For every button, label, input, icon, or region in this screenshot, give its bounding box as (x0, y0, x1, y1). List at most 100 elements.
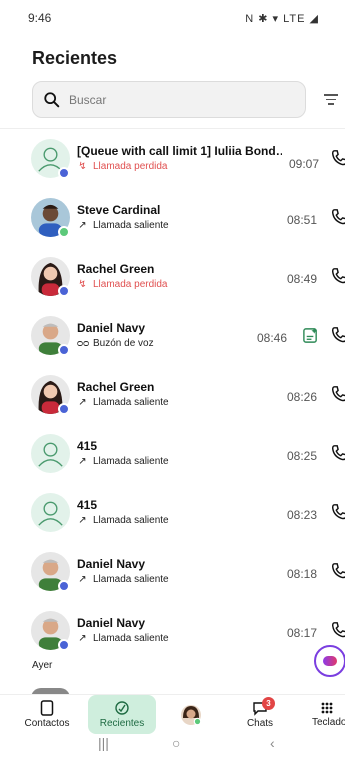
missed-call-icon: ↯ (78, 279, 87, 290)
contacts-icon (40, 700, 54, 716)
phone-icon[interactable] (330, 384, 345, 404)
avatar (31, 434, 70, 473)
outgoing-call-icon: ↗ (78, 456, 87, 467)
phone-icon[interactable] (330, 207, 345, 227)
call-time: 08:49 (286, 272, 317, 286)
outgoing-call-icon: ↗ (78, 220, 87, 231)
call-time: 08:17 (286, 626, 317, 640)
tab-contacts[interactable]: Contactos (22, 695, 72, 734)
call-row[interactable]: Rachel Green ↯ Llamada perdida 08:49 (0, 248, 345, 307)
call-row[interactable]: 415 ↗ Llamada saliente 08:25 (0, 425, 345, 484)
outgoing-call-icon: ↗ (78, 633, 87, 644)
contact-name: [Queue with call limit 1] Iuliia Bond… (77, 144, 282, 158)
call-status-label: Llamada saliente (93, 515, 169, 526)
call-status: ↗ Llamada saliente (77, 397, 169, 408)
contact-name: 415 (77, 439, 98, 453)
call-row[interactable]: Daniel Navy ↗ Llamada saliente 08:17 (0, 602, 345, 661)
call-time: 08:26 (286, 390, 317, 404)
call-row[interactable]: 415 ↗ Llamada saliente 08:23 (0, 484, 345, 543)
home-icon[interactable]: ○ (172, 735, 180, 751)
search-bar[interactable] (32, 81, 306, 118)
presence-dot (58, 580, 70, 592)
transcript-icon[interactable] (302, 327, 319, 344)
phone-icon[interactable] (330, 325, 345, 345)
outgoing-call-icon: ↗ (78, 574, 87, 585)
recent-calls-list: [Queue with call limit 1] Iuliia Bond… ↯… (0, 130, 345, 661)
status-bar: 9:46 N ✱ ▾ LTE ◢ (0, 0, 345, 36)
bottom-nav: Contactos Recientes 3 Chats Teclado (0, 694, 345, 734)
call-time: 08:25 (286, 449, 317, 463)
back-icon[interactable]: ‹ (270, 735, 275, 751)
call-row[interactable]: Steve Cardinal ↗ Llamada saliente 08:51 (0, 189, 345, 248)
call-status: ↗ Llamada saliente (77, 633, 169, 644)
call-row[interactable]: Rachel Green ↗ Llamada saliente 08:26 (0, 366, 345, 425)
call-status: ↯ Llamada perdida (77, 161, 168, 172)
tab-keypad[interactable]: Teclado (308, 695, 345, 734)
call-row[interactable]: Daniel Navy ᴑᴑ Buzón de voz 08:46 (0, 307, 345, 366)
tab-recents[interactable]: Recientes (88, 695, 156, 734)
contact-name: Daniel Navy (77, 557, 146, 571)
recents-icon (115, 701, 129, 715)
call-time: 08:51 (286, 213, 317, 227)
call-time: 08:46 (256, 331, 287, 345)
call-status-label: Llamada saliente (93, 456, 169, 467)
call-status-label: Llamada perdida (93, 279, 168, 290)
tab-keypad-label: Teclado (312, 717, 345, 728)
tab-recents-label: Recientes (99, 718, 145, 729)
phone-icon[interactable] (330, 561, 345, 581)
phone-icon[interactable] (330, 502, 345, 522)
call-status-label: Llamada saliente (93, 633, 169, 644)
phone-icon[interactable] (330, 620, 345, 640)
contact-name: Rachel Green (77, 380, 155, 394)
contact-name: Daniel Navy (77, 616, 146, 630)
assistant-icon (323, 656, 337, 666)
phone-icon[interactable] (330, 266, 345, 286)
system-nav-bar: ||| ○ ‹ (0, 733, 345, 757)
call-time: 08:23 (286, 508, 317, 522)
call-status-label: Llamada saliente (93, 574, 169, 585)
chats-unread-badge: 3 (262, 697, 275, 710)
phone-icon[interactable] (330, 148, 345, 168)
divider (0, 128, 345, 129)
search-icon (44, 91, 60, 107)
outgoing-call-icon: ↗ (78, 515, 87, 526)
presence-dot (58, 639, 70, 651)
call-status-label: Llamada saliente (93, 397, 169, 408)
status-indicators: N ✱ ▾ LTE ◢ (245, 12, 319, 25)
presence-dot (58, 167, 70, 179)
tab-profile[interactable] (178, 695, 204, 734)
recent-apps-icon[interactable]: ||| (98, 735, 109, 751)
call-status-label: Buzón de voz (93, 338, 154, 349)
call-status: ↯ Llamada perdida (77, 279, 168, 290)
call-row[interactable]: [Queue with call limit 1] Iuliia Bond… ↯… (0, 130, 345, 189)
page-title: Recientes (32, 48, 118, 68)
call-status: ↗ Llamada saliente (77, 574, 169, 585)
tab-chats-label: Chats (246, 718, 274, 729)
missed-call-icon: ↯ (78, 161, 87, 172)
call-status-label: Llamada perdida (93, 161, 168, 172)
call-row[interactable]: Daniel Navy ↗ Llamada saliente 08:18 (0, 543, 345, 602)
avatar (181, 704, 202, 725)
call-status: ↗ Llamada saliente (77, 515, 169, 526)
avatar (31, 493, 70, 532)
outgoing-call-icon: ↗ (78, 397, 87, 408)
section-header-yesterday: Ayer (32, 660, 53, 671)
search-input[interactable] (69, 92, 269, 107)
assistant-fab-button[interactable] (314, 645, 345, 677)
contact-name: Steve Cardinal (77, 203, 161, 217)
tab-chats[interactable]: 3 Chats (236, 695, 284, 734)
phone-icon[interactable] (330, 443, 345, 463)
call-status-label: Llamada saliente (93, 220, 169, 231)
keypad-icon (321, 702, 333, 714)
status-time: 9:46 (28, 11, 52, 25)
presence-dot (58, 226, 70, 238)
filter-icon[interactable] (322, 91, 340, 107)
presence-dot (58, 285, 70, 297)
presence-dot (58, 344, 70, 356)
contact-name: 415 (77, 498, 98, 512)
call-time: 08:18 (286, 567, 317, 581)
tab-contacts-label: Contactos (24, 718, 70, 729)
call-time: 09:07 (288, 157, 319, 171)
call-status: ↗ Llamada saliente (77, 456, 169, 467)
call-status: ᴑᴑ Buzón de voz (77, 338, 154, 349)
